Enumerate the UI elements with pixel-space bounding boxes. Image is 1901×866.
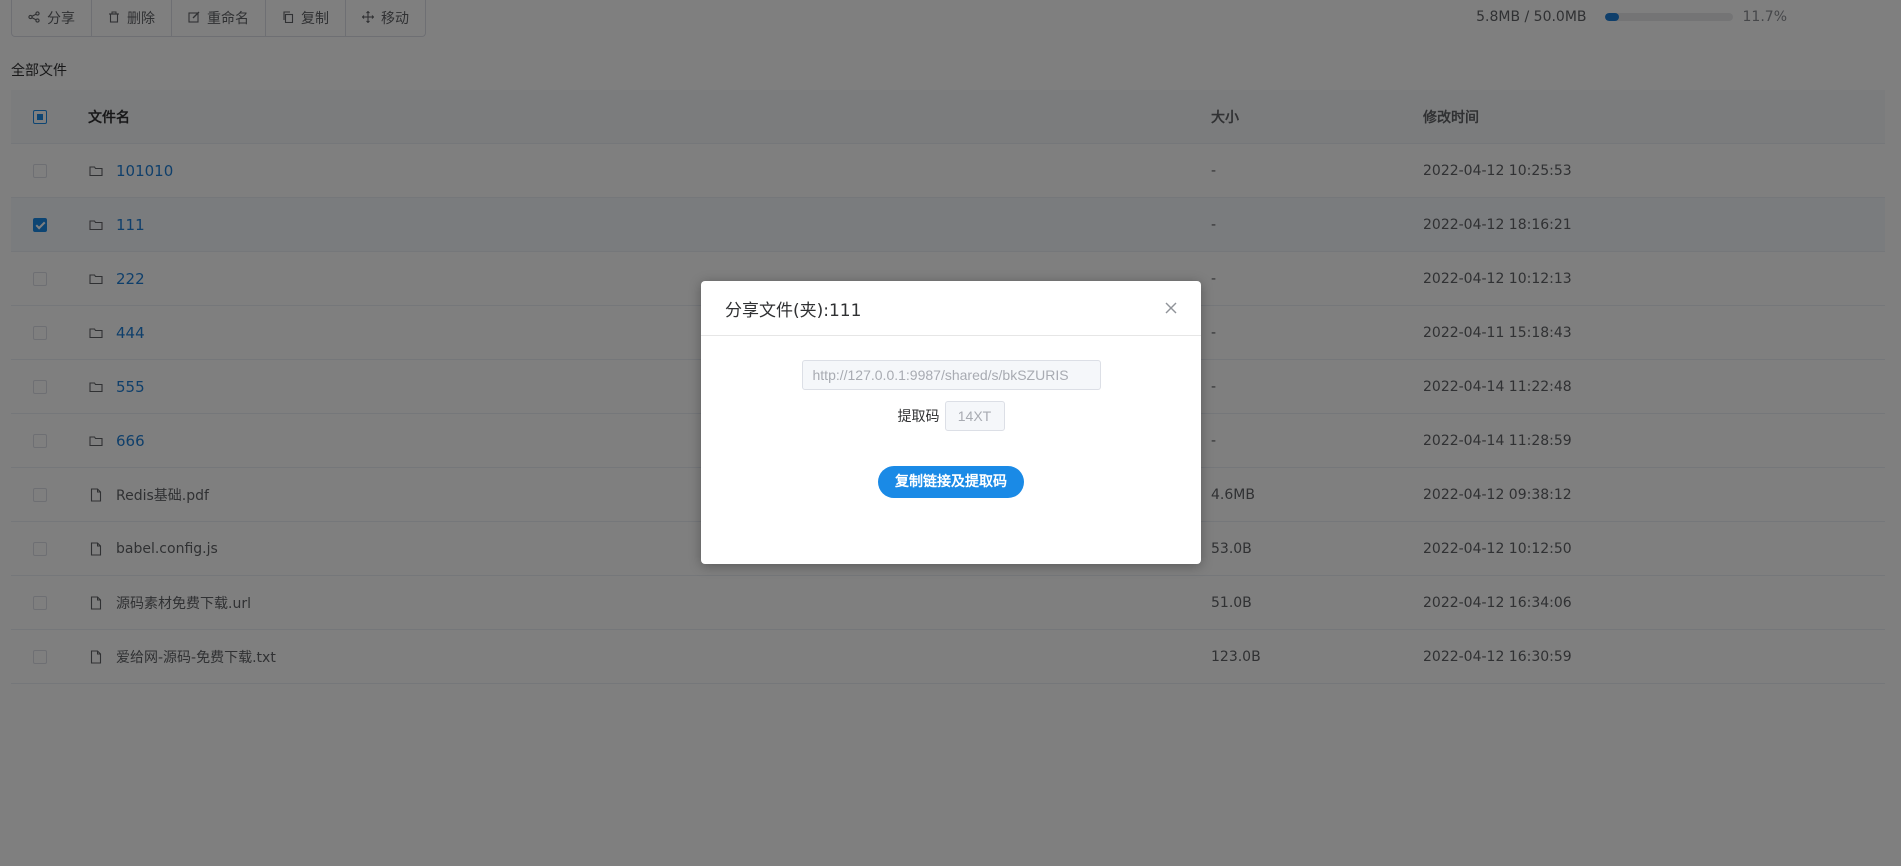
dialog-body: 提取码 复制链接及提取码 (701, 336, 1201, 498)
extract-code-row: 提取码 (701, 401, 1201, 431)
extract-code-label: 提取码 (897, 409, 940, 425)
close-icon[interactable] (1161, 298, 1181, 318)
dialog-title: 分享文件(夹):111 (725, 300, 862, 321)
dialog-header: 分享文件(夹):111 (701, 281, 1201, 336)
share-dialog: 分享文件(夹):111 提取码 复制链接及提取码 (701, 281, 1201, 564)
file-manager-page: 分享 删除 重命名 复制 移动 5.8MB / 50.0 (0, 0, 1901, 866)
share-link-field[interactable] (801, 360, 1101, 390)
copy-link-and-code-button[interactable]: 复制链接及提取码 (878, 466, 1024, 498)
extract-code-field[interactable] (944, 401, 1005, 431)
